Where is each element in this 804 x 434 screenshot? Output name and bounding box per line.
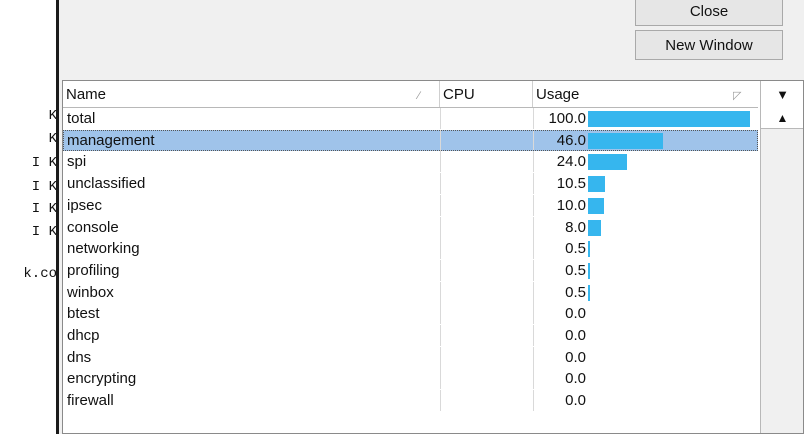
- row-usage-value: 24.0: [556, 153, 586, 171]
- terminal-text-line: I K: [31, 201, 57, 217]
- column-menu-button[interactable]: ▼: [761, 81, 803, 108]
- table-row[interactable]: unclassified 10.5: [63, 173, 758, 195]
- row-usage-value: 0.0: [565, 327, 586, 344]
- column-header-name-label: Name: [66, 86, 107, 103]
- usage-bar: [588, 284, 590, 301]
- column-header-usage[interactable]: Usage ◸: [533, 81, 758, 107]
- table-row[interactable]: dns 0.0: [63, 346, 758, 368]
- terminal-text-line: I K: [31, 224, 57, 240]
- table-row[interactable]: winbox 0.5: [63, 281, 758, 303]
- new-window-button[interactable]: New Window: [635, 30, 783, 60]
- usage-bar: [588, 219, 601, 236]
- column-header-cpu[interactable]: CPU: [440, 81, 533, 107]
- column-header-usage-label: Usage: [536, 86, 580, 103]
- column-header-name[interactable]: Name ∕: [63, 81, 440, 107]
- usage-bar: [588, 262, 590, 279]
- sort-indicator-icon: ∕: [418, 90, 420, 102]
- table-side-column: ▼ ▲: [760, 81, 803, 433]
- row-usage-value: 0.5: [565, 283, 586, 301]
- table-row[interactable]: firewall 0.0: [63, 390, 758, 412]
- table-row[interactable]: ipsec 10.0: [63, 194, 758, 216]
- column-header-cpu-label: CPU: [443, 86, 475, 103]
- row-usage-value: 100.0: [548, 110, 586, 127]
- table-row[interactable]: spi 24.0: [63, 151, 758, 173]
- row-usage-value: 10.5: [556, 175, 586, 193]
- scroll-up-button[interactable]: ▲: [761, 107, 803, 129]
- table-row[interactable]: total 100.0: [63, 108, 758, 129]
- table-row[interactable]: profiling 0.5: [63, 259, 758, 281]
- row-usage-value: 0.5: [565, 240, 586, 258]
- table-row[interactable]: console 8.0: [63, 216, 758, 238]
- terminal-text-line: I K: [31, 179, 57, 195]
- usage-bar: [588, 132, 663, 149]
- table-row[interactable]: btest 0.0: [63, 303, 758, 325]
- profile-window: Close New Window Name ∕ CPU Usage ◸ tota…: [56, 0, 804, 434]
- usage-bar: [588, 176, 605, 193]
- table-row[interactable]: management 46.0: [63, 129, 758, 151]
- usage-bar: [588, 154, 627, 171]
- usage-bar: [588, 197, 605, 214]
- table-row[interactable]: encrypting 0.0: [63, 368, 758, 390]
- table-row[interactable]: dhcp 0.0: [63, 325, 758, 346]
- row-usage-value: 0.0: [565, 305, 586, 323]
- terminal-text-line: I K: [31, 155, 57, 171]
- close-button[interactable]: Close: [635, 0, 783, 26]
- profile-table: Name ∕ CPU Usage ◸ total 100.0 management 4…: [62, 80, 804, 434]
- usage-bar: [588, 111, 750, 127]
- table-header: Name ∕ CPU Usage ◸: [63, 81, 758, 108]
- scroll-up-icon: ▲: [776, 110, 789, 125]
- row-usage-value: 0.5: [565, 261, 586, 279]
- terminal-text-line: k.co: [23, 266, 57, 282]
- row-usage-value: 10.0: [556, 196, 586, 214]
- row-usage-value: 0.0: [565, 348, 586, 366]
- terminal-background: KKI KI KI KI Kk.co: [0, 0, 58, 434]
- sort-indicator-icon: ◸: [733, 90, 742, 102]
- table-row[interactable]: networking 0.5: [63, 238, 758, 260]
- row-usage-value: 0.0: [565, 370, 586, 388]
- row-usage-value: 0.0: [565, 392, 586, 410]
- row-usage-value: 46.0: [556, 131, 586, 149]
- row-usage-value: 8.0: [565, 218, 586, 236]
- dropdown-triangle-icon: ▼: [776, 86, 789, 102]
- usage-bar: [588, 241, 590, 258]
